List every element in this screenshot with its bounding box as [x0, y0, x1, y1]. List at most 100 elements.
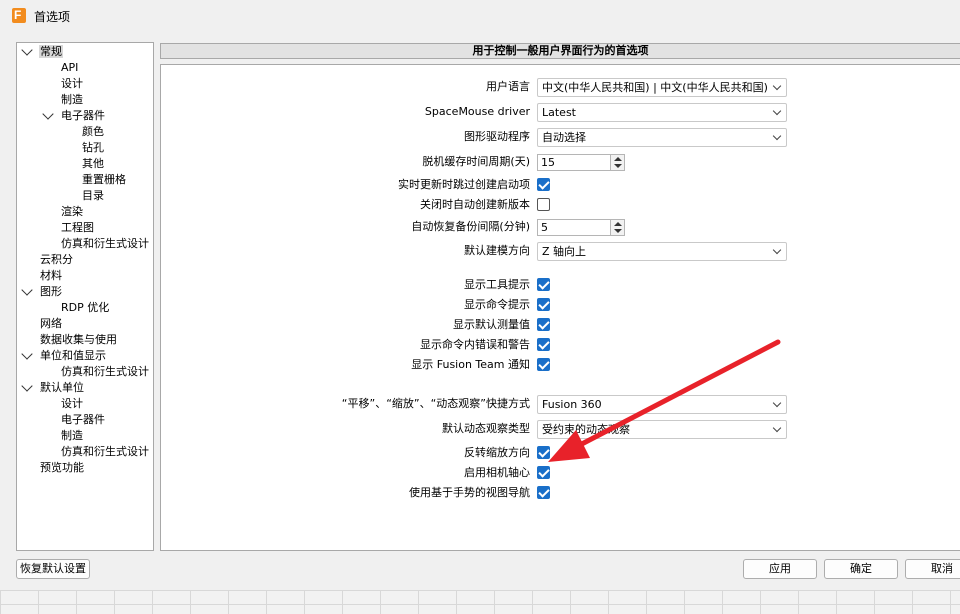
tree-item[interactable]: 仿真和衍生式设计 — [60, 364, 150, 380]
tree-item[interactable]: 默认单位 — [21, 380, 85, 396]
tree-item[interactable]: RDP 优化 — [60, 300, 110, 316]
tree-item[interactable]: 仿真和衍生式设计 — [60, 444, 150, 460]
setting-dropdown[interactable]: 中文(中华人民共和国) | 中文(中华人民共和国) — [537, 78, 787, 97]
setting-label: 用户语言 — [486, 80, 530, 93]
tree-item[interactable]: 设计 — [60, 396, 84, 412]
tree-item-label: 仿真和衍生式设计 — [61, 365, 149, 378]
setting-checkbox[interactable] — [537, 446, 550, 459]
stepper-value: 5 — [541, 221, 548, 234]
setting-checkbox[interactable] — [537, 318, 550, 331]
tree-item-label: 重置栅格 — [82, 173, 126, 186]
tree-item[interactable]: 其他 — [81, 156, 105, 172]
tree-item[interactable]: 电子器件 — [42, 108, 106, 124]
setting-label: 脱机缓存时间周期(天) — [422, 155, 530, 168]
stepper-arrows-icon[interactable] — [610, 220, 624, 235]
tree-item-label: 云积分 — [40, 253, 73, 266]
ok-button[interactable]: 确定 — [824, 559, 898, 579]
chevron-down-icon[interactable] — [21, 284, 33, 296]
tree-item-label: 默认单位 — [40, 381, 84, 394]
tree-item[interactable]: 目录 — [81, 188, 105, 204]
setting-dropdown[interactable]: Latest — [537, 103, 787, 122]
setting-label: 使用基于手势的视图导航 — [409, 486, 530, 499]
setting-label: 显示 Fusion Team 通知 — [411, 358, 530, 371]
tree-item[interactable]: 渲染 — [60, 204, 84, 220]
tree-item[interactable]: 颜色 — [81, 124, 105, 140]
stepper-value: 15 — [541, 156, 555, 169]
tree-item[interactable]: 网络 — [39, 316, 63, 332]
chevron-down-icon[interactable] — [21, 380, 33, 392]
tree-item[interactable]: 常规 — [21, 44, 63, 60]
tree-item-label: 数据收集与使用 — [40, 333, 117, 346]
chevron-down-icon — [772, 245, 782, 255]
setting-checkbox[interactable] — [537, 466, 550, 479]
tree-item[interactable]: 材料 — [39, 268, 63, 284]
tree-item-label: 工程图 — [61, 221, 94, 234]
tree-item-label: 仿真和衍生式设计 — [61, 445, 149, 458]
tree-item[interactable]: 数据收集与使用 — [39, 332, 118, 348]
setting-checkbox[interactable] — [537, 278, 550, 291]
setting-dropdown[interactable]: Z 轴向上 — [537, 242, 787, 261]
setting-label: SpaceMouse driver — [424, 105, 530, 118]
setting-checkbox[interactable] — [537, 358, 550, 371]
tree-item-label: 仿真和衍生式设计 — [61, 237, 149, 250]
dropdown-value: 中文(中华人民共和国) | 中文(中华人民共和国) — [542, 81, 768, 94]
setting-label: 显示默认测量值 — [453, 318, 530, 331]
cancel-button[interactable]: 取消 — [905, 559, 960, 579]
stepper-arrows-icon[interactable] — [610, 155, 624, 170]
tree-item[interactable]: API — [60, 60, 79, 76]
tree-item[interactable]: 单位和值显示 — [21, 348, 107, 364]
tree-item[interactable]: 云积分 — [39, 252, 74, 268]
setting-dropdown[interactable]: 自动选择 — [537, 128, 787, 147]
tree-item[interactable]: 制造 — [60, 92, 84, 108]
category-tree[interactable]: 常规 API 设计 制造 电子器件 颜色 钻孔 其他 重置栅格 目录 渲染 工程图 仿真和衍生式设计 云积… — [16, 42, 154, 551]
tree-item[interactable]: 仿真和衍生式设计 — [60, 236, 150, 252]
tree-item[interactable]: 设计 — [60, 76, 84, 92]
general-settings-panel: 用户语言 中文(中华人民共和国) | 中文(中华人民共和国) SpaceMouse … — [160, 64, 960, 551]
setting-number-stepper[interactable]: 5 — [537, 219, 625, 236]
tree-item[interactable]: 钻孔 — [81, 140, 105, 156]
dropdown-value: Fusion 360 — [542, 398, 602, 411]
setting-dropdown[interactable]: 受约束的动态观察 — [537, 420, 787, 439]
tree-item-label: 制造 — [61, 93, 83, 106]
fusion-app-icon: F — [12, 8, 26, 23]
tree-item-label: 设计 — [61, 77, 83, 90]
dropdown-value: 受约束的动态观察 — [542, 423, 630, 436]
setting-label: “平移”、“缩放”、“动态观察”快捷方式 — [341, 397, 530, 410]
setting-label: 图形驱动程序 — [464, 130, 530, 143]
tree-item-label: RDP 优化 — [61, 301, 110, 314]
tree-item[interactable]: 预览功能 — [39, 460, 85, 476]
setting-label: 启用相机轴心 — [464, 466, 530, 479]
window-title: 首选项 — [34, 10, 71, 24]
tree-item[interactable]: 重置栅格 — [81, 172, 127, 188]
tree-item-label: 材料 — [40, 269, 62, 282]
setting-label: 自动恢复备份间隔(分钟) — [411, 220, 530, 233]
setting-label: 显示命令内错误和警告 — [420, 338, 530, 351]
restore-defaults-button[interactable]: 恢复默认设置 — [16, 559, 90, 579]
setting-checkbox[interactable] — [537, 338, 550, 351]
tree-item[interactable]: 图形 — [21, 284, 63, 300]
tree-item[interactable]: 工程图 — [60, 220, 95, 236]
setting-dropdown[interactable]: Fusion 360 — [537, 395, 787, 414]
tree-item-label: 单位和值显示 — [40, 349, 106, 362]
chevron-down-icon[interactable] — [21, 44, 33, 56]
dropdown-value: Z 轴向上 — [542, 245, 587, 258]
dropdown-value: 自动选择 — [542, 131, 586, 144]
chevron-down-icon — [772, 398, 782, 408]
setting-label: 显示命令提示 — [464, 298, 530, 311]
setting-checkbox[interactable] — [537, 198, 550, 211]
setting-checkbox[interactable] — [537, 178, 550, 191]
setting-checkbox[interactable] — [537, 298, 550, 311]
apply-button[interactable]: 应用 — [743, 559, 817, 579]
setting-checkbox[interactable] — [537, 486, 550, 499]
setting-label: 反转缩放方向 — [464, 446, 530, 459]
chevron-down-icon[interactable] — [42, 108, 54, 120]
tree-item[interactable]: 制造 — [60, 428, 84, 444]
tree-item-label: 设计 — [61, 397, 83, 410]
tree-item-label: API — [61, 61, 79, 74]
chevron-down-icon — [772, 106, 782, 116]
tree-item[interactable]: 电子器件 — [60, 412, 106, 428]
setting-number-stepper[interactable]: 15 — [537, 154, 625, 171]
setting-label: 默认动态观察类型 — [442, 422, 530, 435]
chevron-down-icon[interactable] — [21, 348, 33, 360]
tree-item-label: 电子器件 — [61, 109, 105, 122]
